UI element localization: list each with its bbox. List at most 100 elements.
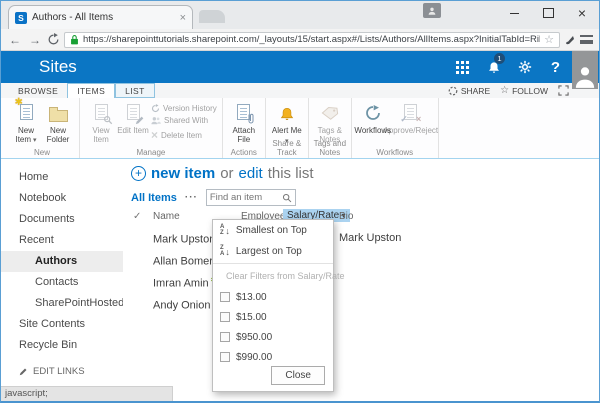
close-button[interactable]: Close xyxy=(271,366,325,385)
browser-profile-icon[interactable] xyxy=(423,3,441,18)
new-burst-icon xyxy=(15,98,23,107)
notifications-button[interactable]: 1 xyxy=(478,51,509,83)
sort-smallest-label: Smallest on Top xyxy=(235,225,307,236)
attach-file-button[interactable]: Attach File xyxy=(228,101,260,144)
browser-status-bar: javascript; xyxy=(1,386,173,401)
edit-item-button[interactable]: Edit Item xyxy=(117,101,149,135)
reload-icon[interactable] xyxy=(47,33,60,46)
browser-tab[interactable]: S Authors - All Items xyxy=(8,5,193,29)
sort-largest-on-top[interactable]: Largest on Top xyxy=(213,241,333,262)
version-history-label: Version History xyxy=(163,104,217,113)
new-folder-label: New Folder xyxy=(46,126,70,144)
column-header-name[interactable]: Name xyxy=(153,211,180,222)
table-row[interactable]: Mark Upston Mark Upston xyxy=(123,229,599,251)
filter-option-label: $990.00 xyxy=(236,351,273,363)
sidebar-item-recycle-bin[interactable]: Recycle Bin xyxy=(1,335,123,356)
app-launcher-button[interactable] xyxy=(447,51,478,83)
extension-icon[interactable] xyxy=(564,34,576,46)
search-icon[interactable] xyxy=(282,193,292,203)
row-name-cell[interactable]: Andy Onion xyxy=(153,298,218,312)
checkbox[interactable] xyxy=(220,352,230,362)
row-name-cell[interactable]: Imran Amin xyxy=(153,276,217,290)
ribbon-group-actions: Attach File Actions xyxy=(223,98,266,158)
sidebar-item-authors[interactable]: Authors xyxy=(1,251,123,272)
filter-option[interactable]: $950.00 xyxy=(213,327,333,347)
sidebar-item-sharepointhostedapp[interactable]: SharePointHostedApp xyxy=(1,293,123,314)
heading-or-text: or xyxy=(220,165,234,182)
menu-separator xyxy=(213,263,333,264)
new-item-link[interactable]: new item xyxy=(151,165,215,182)
tags-notes-button[interactable]: Tags & Notes xyxy=(314,101,346,144)
focus-on-content-button[interactable] xyxy=(558,85,569,96)
view-selector-bar: All Items xyxy=(131,189,296,206)
delete-item-label: Delete Item xyxy=(161,130,202,140)
checkbox[interactable] xyxy=(220,292,230,302)
sidebar-item-site-contents[interactable]: Site Contents xyxy=(1,314,123,335)
filter-option[interactable]: $13.00 xyxy=(213,287,333,307)
settings-button[interactable] xyxy=(509,51,540,83)
tab-close-icon[interactable] xyxy=(180,12,186,24)
follow-button[interactable]: FOLLOW xyxy=(500,85,548,96)
window-controls xyxy=(497,1,599,29)
table-row[interactable]: Andy Onion xyxy=(123,295,599,317)
list-heading: new item or edit this list xyxy=(131,165,314,182)
row-name-cell[interactable]: Allan Bomer xyxy=(153,254,221,268)
new-item-button[interactable]: New Item xyxy=(10,101,42,145)
version-history-icon xyxy=(151,104,160,113)
magnifier-icon xyxy=(103,116,112,125)
ribbon: New Item New Folder New View Item Edit I… xyxy=(1,98,599,159)
table-row[interactable]: Allan Bomer xyxy=(123,251,599,273)
approve-reject-button[interactable]: Approve/Reject xyxy=(383,101,438,135)
view-all-items-link[interactable]: All Items xyxy=(131,192,177,204)
follow-label: FOLLOW xyxy=(512,85,548,96)
browser-titlebar: S Authors - All Items xyxy=(1,1,599,29)
help-button[interactable]: ? xyxy=(540,51,571,83)
bookmark-star-icon[interactable] xyxy=(544,33,554,46)
sort-smallest-on-top[interactable]: Smallest on Top xyxy=(213,220,333,241)
checkbox[interactable] xyxy=(220,332,230,342)
version-history-button[interactable]: Version History xyxy=(151,104,217,113)
list-view-main: new item or edit this list All Items Nam… xyxy=(123,159,599,401)
sidebar-item-documents[interactable]: Documents xyxy=(1,209,123,230)
share-button[interactable]: SHARE xyxy=(448,86,490,96)
minimize-button[interactable] xyxy=(497,1,531,25)
table-row[interactable]: Imran Amin xyxy=(123,273,599,295)
sidebar-item-contacts[interactable]: Contacts xyxy=(1,272,123,293)
sidebar-item-recent[interactable]: Recent xyxy=(1,230,123,251)
close-window-button[interactable] xyxy=(565,1,599,25)
tab-browse[interactable]: BROWSE xyxy=(9,83,67,98)
tab-items[interactable]: ITEMS xyxy=(67,83,116,98)
browser-menu-icon[interactable] xyxy=(580,35,593,44)
sidebar-item-notebook[interactable]: Notebook xyxy=(1,188,123,209)
row-bio-cell: Mark Upston xyxy=(339,232,402,244)
filter-option[interactable]: $990.00 xyxy=(213,347,333,367)
view-menu-ellipsis-icon[interactable] xyxy=(185,192,198,203)
checkbox[interactable] xyxy=(220,312,230,322)
back-button[interactable] xyxy=(7,33,23,47)
heading-this-list-text: this list xyxy=(267,165,314,182)
sort-descending-icon xyxy=(220,246,230,257)
edit-links-button[interactable]: EDIT LINKS xyxy=(1,366,123,377)
maximize-button[interactable] xyxy=(531,1,565,25)
filter-option[interactable]: $15.00 xyxy=(213,307,333,327)
sidebar-item-home[interactable]: Home xyxy=(1,167,123,188)
ribbon-group-tags-notes: Tags & Notes Tags and Notes xyxy=(309,98,352,158)
row-name-text: Andy Onion xyxy=(153,299,211,312)
search-input[interactable] xyxy=(209,192,282,203)
view-item-button[interactable]: View Item xyxy=(85,101,117,144)
column-header-bio[interactable]: Bio xyxy=(339,211,353,222)
shared-with-button[interactable]: Shared With xyxy=(151,116,217,125)
edit-list-link[interactable]: edit xyxy=(239,165,263,182)
workflows-icon xyxy=(365,105,380,120)
new-folder-button[interactable]: New Folder xyxy=(42,101,74,144)
delete-item-button[interactable]: Delete Item xyxy=(151,128,217,142)
url-text: https://sharepointtutorials.sharepoint.c… xyxy=(83,34,541,45)
new-tab-button[interactable] xyxy=(199,10,225,23)
forward-button[interactable] xyxy=(27,33,43,47)
group-label-new: New xyxy=(33,148,50,157)
select-all-checkmark-icon[interactable] xyxy=(133,211,141,222)
address-bar[interactable]: https://sharepointtutorials.sharepoint.c… xyxy=(64,31,560,48)
reject-x-icon xyxy=(416,115,421,124)
tab-list[interactable]: LIST xyxy=(115,83,155,98)
user-avatar[interactable] xyxy=(572,51,598,89)
